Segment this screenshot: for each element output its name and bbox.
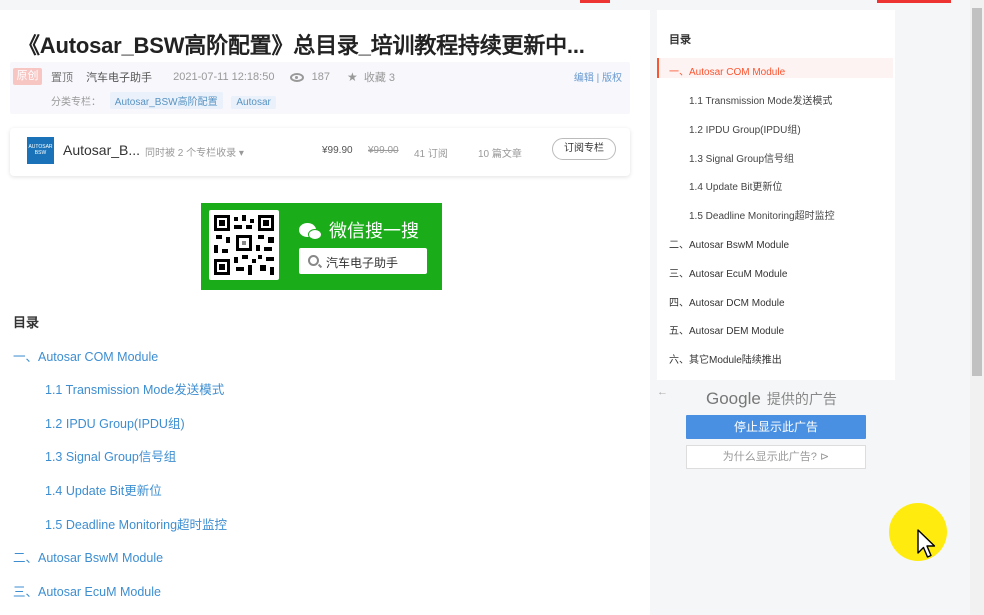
toc-item[interactable]: 1.3 Signal Group信号组 [45,446,176,465]
toc-item[interactable]: 二、Autosar BswM Module [13,547,163,566]
scrollbar-thumb[interactable] [972,8,982,376]
pin-label: 置顶 [51,72,73,84]
column-card: AUTOSAR BSW Autosar_B... 同时被 2 个专栏收录 ▾ ¥… [10,128,630,176]
wechat-search-text: 汽车电子助手 [326,256,399,270]
why-ad-button[interactable]: 为什么显示此广告? ⊳ [686,445,866,469]
sidebar-toc-item[interactable]: 一、Autosar COM Module [669,63,785,78]
sidebar-toc-item[interactable]: 1.5 Deadline Monitoring超时监控 [689,207,835,222]
column-shared-dropdown[interactable]: 同时被 2 个专栏收录 ▾ [145,144,244,159]
google-logo-text: Google [706,389,761,408]
wechat-banner[interactable]: 微信搜一搜 汽车电子助手 [201,203,442,290]
toc-item[interactable]: 三、Autosar EcuM Module [13,581,161,600]
sidebar-toc-item[interactable]: 四、Autosar DCM Module [669,294,785,309]
top-red-mark [580,0,610,3]
view-count: 187 [311,71,330,83]
sidebar-toc-item[interactable]: 五、Autosar DEM Module [669,322,784,337]
ad-info-icon: ⊳ [819,451,830,463]
column-old-price: ¥99.00 [368,145,399,156]
toc-item[interactable]: 1.5 Deadline Monitoring超时监控 [45,514,227,533]
sidebar-toc-title: 目录 [669,34,691,46]
sidebar-toc-item[interactable]: 三、Autosar EcuM Module [669,265,787,280]
column-price: ¥99.90 [322,145,353,156]
column-articles: 10 篇文章 [478,149,522,160]
sidebar-toc-item[interactable]: 1.2 IPDU Group(IPDU组) [689,121,801,136]
mouse-cursor-icon [917,529,936,558]
sidebar-toc: 目录 一、Autosar COM Module 1.1 Transmission… [657,10,895,380]
article-main: 《Autosar_BSW高阶配置》总目录_培训教程持续更新中... 原创 置顶 … [0,10,650,615]
original-badge: 原创 [13,68,42,85]
column-name[interactable]: Autosar_B... [63,142,140,158]
wechat-search-title: 微信搜一搜 [299,217,419,243]
wechat-icon [299,222,323,242]
back-arrow-icon[interactable]: ← [657,386,668,398]
sidebar-toc-item[interactable]: 1.1 Transmission Mode发送模式 [689,92,832,107]
qr-code [209,210,279,280]
article-title: 《Autosar_BSW高阶配置》总目录_培训教程持续更新中... [18,33,585,58]
wechat-search-box[interactable]: 汽车电子助手 [299,248,427,274]
top-strip [0,0,984,10]
page-scrollbar[interactable] [970,0,984,615]
toc-item[interactable]: 一、Autosar COM Module [13,346,158,365]
toc-heading: 目录 [13,315,40,330]
google-ad-area: ← Google 提供的广告 停止显示此广告 为什么显示此广告? ⊳ [650,380,896,615]
sidebar-toc-item[interactable]: 1.4 Update Bit更新位 [689,178,782,193]
toc-item[interactable]: 1.4 Update Bit更新位 [45,480,162,499]
publish-datetime: 2021-07-11 12:18:50 [173,71,275,83]
subscribe-column-button[interactable]: 订阅专栏 [552,138,616,160]
sidebar-toc-item[interactable]: 1.3 Signal Group信号组 [689,150,794,165]
sidebar-toc-item[interactable]: 二、Autosar BswM Module [669,236,789,251]
ad-provided-text: 提供的广告 [766,391,837,407]
author-link[interactable]: 汽车电子助手 [86,69,152,85]
category-label: 分类专栏： [51,97,101,108]
toc-item[interactable]: 1.2 IPDU Group(IPDU组) [45,413,185,432]
eye-icon [289,72,304,82]
tag-autosar[interactable]: Autosar [231,96,276,109]
column-subscribers: 41 订阅 [414,149,448,160]
toc-item[interactable]: 1.1 Transmission Mode发送模式 [45,379,224,398]
article-meta: 原创 置顶 汽车电子助手 2021-07-11 12:18:50 187 ★ 收… [10,62,630,114]
tag-autosar-bsw[interactable]: Autosar_BSW高阶配置 [109,92,223,109]
sidebar-toc-item[interactable]: 六、其它Module陆续推出 [669,351,782,366]
edit-copyright-links[interactable]: 编辑 | 版权 [574,69,622,84]
star-icon[interactable]: ★ [347,70,358,84]
search-icon [308,255,319,266]
stop-ad-button[interactable]: 停止显示此广告 [686,415,866,439]
column-logo[interactable]: AUTOSAR BSW [27,137,54,164]
favorite-count[interactable]: 收藏 3 [364,69,395,85]
ad-provider-label: Google 提供的广告 [706,389,837,409]
top-red-mark [877,0,951,3]
